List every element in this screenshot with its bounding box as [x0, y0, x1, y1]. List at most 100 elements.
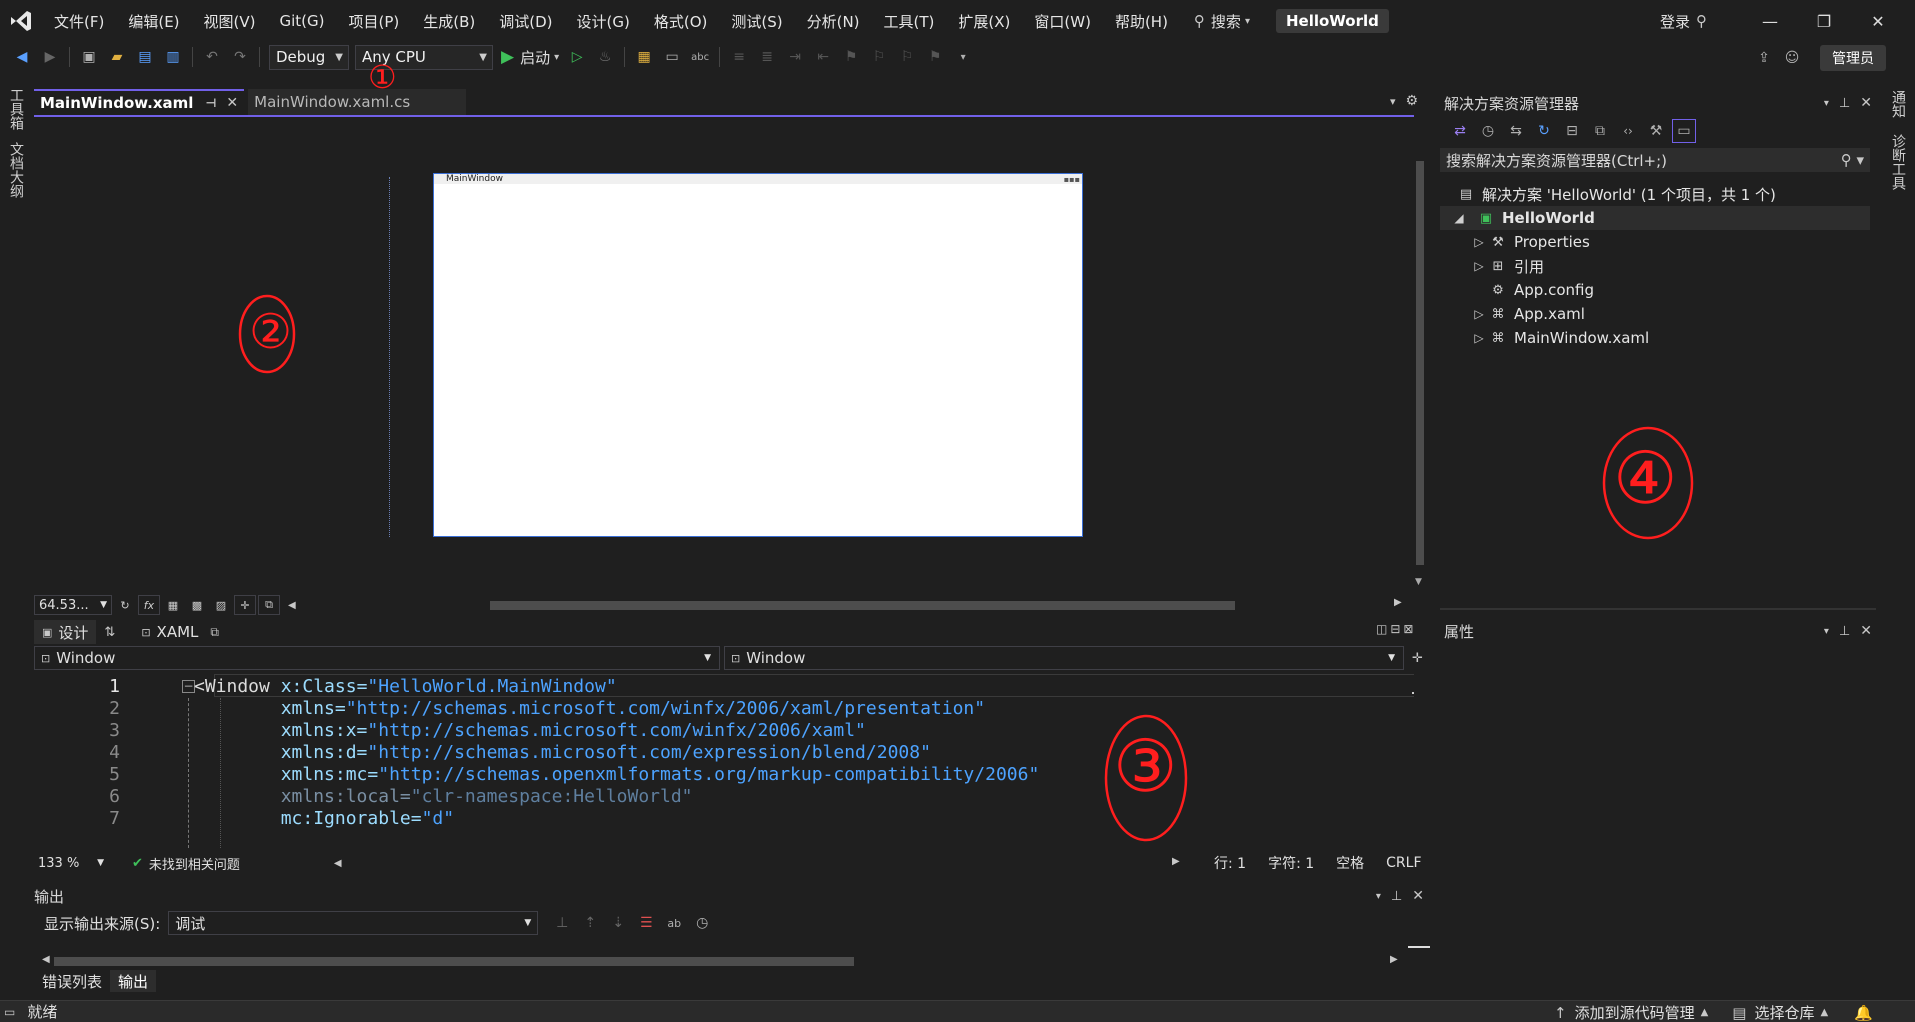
notifications-tab[interactable]: 通知	[1888, 90, 1908, 118]
collapsed-arrow-icon[interactable]: ▷	[1470, 307, 1488, 321]
show-all-files-icon[interactable]: ⧉	[1588, 119, 1612, 143]
diagnostic-tools-tab[interactable]: 诊断工具	[1888, 134, 1908, 190]
horizontal-scroll-thumb[interactable]	[490, 601, 1235, 610]
menu-item-14[interactable]: 帮助(H)	[1103, 0, 1180, 42]
wpf-window-preview[interactable]: MainWindow ▪▪▪	[433, 173, 1083, 537]
start-without-debug-icon[interactable]: ▷	[565, 45, 589, 69]
menu-item-9[interactable]: 测试(S)	[719, 0, 794, 42]
code-line[interactable]: 7 mc:Ignorable="d"	[34, 806, 1414, 833]
split-editor-icon[interactable]: ✛	[1412, 651, 1423, 666]
xaml-code-editor[interactable]: − 1 <Window x:Class="HelloWorld.MainWindo…	[34, 672, 1414, 852]
toolbar-overflow-icon[interactable]: ▾	[951, 45, 975, 69]
menu-item-13[interactable]: 窗口(W)	[1022, 0, 1103, 42]
refresh-icon[interactable]: ↻	[1532, 119, 1556, 143]
designer-vertical-scrollbar[interactable]: ▼	[1412, 147, 1428, 594]
line-ending-indicator[interactable]: CRLF	[1386, 855, 1421, 871]
open-folder-icon[interactable]: ▰	[105, 45, 129, 69]
tab-xaml[interactable]: ⊡ XAML	[133, 620, 206, 644]
uncomment-icon[interactable]: ≣	[755, 45, 779, 69]
snap-lines-icon[interactable]: ✛	[234, 595, 256, 615]
prev-message-icon[interactable]: ⇡	[578, 911, 602, 935]
menu-item-1[interactable]: 编辑(E)	[116, 0, 191, 42]
document-outline-tab[interactable]: 文档大纲	[6, 142, 26, 198]
tab-list-chevron-icon[interactable]: ▾	[1390, 95, 1396, 108]
next-message-icon[interactable]: ⇣	[606, 911, 630, 935]
save-icon[interactable]: ▤	[133, 45, 157, 69]
minimize-button[interactable]: —	[1743, 0, 1797, 42]
tab-design[interactable]: ▣ 设计	[34, 620, 97, 644]
spell-check-icon[interactable]: abc	[688, 45, 712, 69]
output-source-select[interactable]: 调试 ▼	[168, 911, 539, 935]
close-icon[interactable]: ✕	[226, 95, 238, 111]
new-project-icon[interactable]: ▣	[77, 45, 101, 69]
scroll-left-icon[interactable]: ◀	[334, 858, 342, 869]
pin-icon[interactable]: ⊥	[1839, 624, 1850, 639]
collapse-all-icon[interactable]: ⊟	[1560, 119, 1584, 143]
bookmark-prev-icon[interactable]: ⚐	[867, 45, 891, 69]
restore-button[interactable]: ❐	[1797, 0, 1851, 42]
snap-grid-icon[interactable]: ▩	[186, 595, 208, 615]
collapsed-arrow-icon[interactable]: ▷	[1470, 259, 1488, 273]
line-indicator[interactable]: 行: 1	[1214, 853, 1246, 873]
pin-icon[interactable]: ⊥	[1839, 96, 1850, 111]
back-icon[interactable]: ◀	[10, 45, 34, 69]
tree-item-app-config[interactable]: ⚙ App.config	[1470, 278, 1594, 302]
collapsed-arrow-icon[interactable]: ▷	[1470, 331, 1488, 345]
login-link[interactable]: 登录	[1660, 11, 1690, 32]
menu-item-5[interactable]: 生成(B)	[411, 0, 487, 42]
menu-item-7[interactable]: 设计(G)	[565, 0, 642, 42]
properties-wrench-icon[interactable]: ⚒	[1644, 119, 1668, 143]
sync-with-document-icon[interactable]: ⇆	[1504, 119, 1528, 143]
scroll-right-icon[interactable]: ▶	[1394, 597, 1402, 608]
collapse-pane-icon[interactable]: ⊠	[1403, 622, 1413, 636]
layout-icon[interactable]: ▭	[660, 45, 684, 69]
bookmark-icon[interactable]: ⚑	[839, 45, 863, 69]
find-message-icon[interactable]: ⊥	[550, 911, 574, 935]
forward-icon[interactable]: ▶	[38, 45, 62, 69]
menu-item-3[interactable]: Git(G)	[268, 0, 337, 42]
close-button[interactable]: ✕	[1851, 0, 1905, 42]
solution-folder-icon[interactable]: ▦	[632, 45, 656, 69]
expanded-arrow-icon[interactable]: ◢	[1450, 211, 1468, 225]
checker-background-icon[interactable]: ▨	[210, 595, 232, 615]
bookmark-clear-icon[interactable]: ⚑	[923, 45, 947, 69]
refresh-icon[interactable]: ↻	[114, 595, 136, 615]
issues-indicator[interactable]: ✔ 未找到相关问题	[132, 854, 240, 873]
menu-item-8[interactable]: 格式(O)	[642, 0, 720, 42]
search-button[interactable]: ⚲ 搜索 ▾	[1194, 11, 1250, 32]
collapsed-arrow-icon[interactable]: ▷	[1470, 235, 1488, 249]
popout-xaml-icon[interactable]: ⧉	[210, 625, 219, 640]
select-repository[interactable]: 选择仓库	[1754, 1002, 1814, 1022]
editor-vertical-scrollbar[interactable]: ▼	[1412, 672, 1414, 852]
device-preview-icon[interactable]: ⧉	[258, 595, 280, 615]
vertical-split-icon[interactable]: ◫	[1376, 622, 1387, 636]
undo-icon[interactable]: ↶	[200, 45, 224, 69]
menu-item-12[interactable]: 扩展(X)	[946, 0, 1022, 42]
user-pin-icon[interactable]: ⚲	[1696, 12, 1707, 30]
chevron-down-icon[interactable]: ▾	[1824, 626, 1829, 637]
toolbox-tab[interactable]: 工具箱	[6, 88, 26, 130]
tab-mainwindow-xaml[interactable]: MainWindow.xaml ⊣ ✕	[34, 89, 245, 115]
save-all-icon[interactable]: ▥	[161, 45, 185, 69]
close-icon[interactable]: ✕	[1412, 888, 1424, 904]
switch-views-icon[interactable]: ⇄	[1448, 119, 1472, 143]
menu-item-2[interactable]: 视图(V)	[192, 0, 268, 42]
solution-search-box[interactable]: 搜索解决方案资源管理器(Ctrl+;) ⚲ ▾	[1440, 148, 1870, 172]
tab-error-list[interactable]: 错误列表	[34, 970, 110, 992]
add-to-source-control[interactable]: 添加到源代码管理	[1575, 1002, 1695, 1022]
settings-gear-icon[interactable]: ⚙	[1406, 93, 1419, 109]
scroll-left-icon[interactable]: ◀	[288, 600, 296, 611]
tree-project[interactable]: ◢ ▣ HelloWorld	[1440, 206, 1870, 230]
hot-reload-icon[interactable]: ♨	[593, 45, 617, 69]
share-icon[interactable]: ⇪	[1752, 46, 1776, 70]
close-icon[interactable]: ✕	[1860, 95, 1872, 111]
designer-zoom-select[interactable]: 64.53... ▼	[34, 595, 112, 615]
visual-studio-logo-icon[interactable]	[0, 0, 42, 42]
menu-item-0[interactable]: 文件(F)	[42, 0, 116, 42]
close-icon[interactable]: ✕	[1860, 623, 1872, 639]
notification-bell-icon[interactable]: 🔔	[1854, 1004, 1873, 1022]
configuration-select[interactable]: Debug ▼	[269, 44, 349, 70]
clear-all-icon[interactable]: ☰	[634, 911, 658, 935]
tree-item-references[interactable]: ▷ ⊞ 引用	[1470, 254, 1544, 278]
timestamp-icon[interactable]: ◷	[690, 911, 714, 935]
